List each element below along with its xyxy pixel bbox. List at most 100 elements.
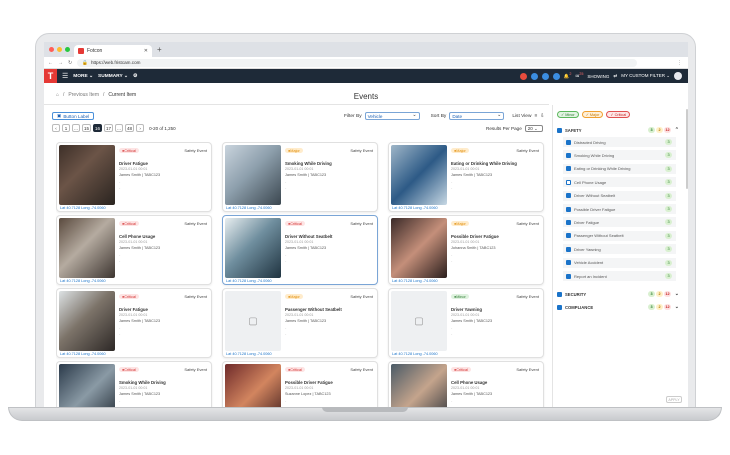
event-location-link[interactable]: Lat 40.7128 Long -74.0060 (226, 206, 272, 210)
event-card[interactable]: ● Critical Safety Event Cell Phone Usage 20… (56, 215, 212, 285)
chevron-down-icon[interactable]: ⌄ (675, 291, 679, 297)
page-button[interactable]: › (136, 124, 145, 132)
filter-group-safety[interactable]: SAFETY 3 2 12 ⌃ (557, 125, 679, 135)
app-logo[interactable]: T (44, 69, 57, 83)
new-tab-icon[interactable]: + (157, 45, 162, 54)
filter-item[interactable]: Possible Driver Fatigue 3 (563, 204, 676, 214)
minimize-dot[interactable] (57, 47, 62, 52)
checkbox[interactable] (566, 246, 571, 252)
event-card[interactable]: ▢ ● Minor Safety Event Driver Yawning 2023-0… (388, 288, 544, 358)
filter-item[interactable]: Driver Without Seatbelt 3 (563, 190, 676, 201)
event-card[interactable]: ▢ ● Major Safety Event Passenger Without Se… (222, 288, 378, 358)
checkbox[interactable] (566, 179, 571, 185)
event-location-link[interactable]: Lat 40.7128 Long -74.0060 (392, 206, 438, 210)
page-button[interactable]: 1 (62, 124, 70, 132)
summary-menu[interactable]: SUMMARY ⌄ (98, 74, 128, 79)
checkbox[interactable] (566, 260, 571, 266)
event-thumbnail[interactable] (391, 364, 447, 407)
event-card[interactable]: ● Critical Safety Event Possible Driver Fa… (222, 361, 378, 407)
event-card[interactable]: ● Critical Safety Event Smoking While Driv… (56, 361, 212, 407)
more-menu[interactable]: MORE ⌄ (73, 74, 93, 79)
event-thumbnail[interactable]: ▢ (391, 291, 447, 351)
event-thumbnail[interactable] (225, 218, 281, 278)
scrollbar[interactable] (686, 109, 688, 189)
apply-button[interactable]: APPLY (666, 396, 682, 403)
event-card[interactable]: ● Major Safety Event Possible Driver Fatig… (388, 215, 544, 285)
checkbox[interactable] (557, 127, 562, 133)
event-thumbnail[interactable]: ▢ (225, 291, 281, 351)
event-thumbnail[interactable] (391, 145, 447, 205)
filter-item[interactable]: Distracted Driving 3 (563, 137, 676, 147)
checkbox[interactable] (566, 206, 571, 212)
chevron-up-icon[interactable]: ⌃ (675, 127, 679, 133)
filter-item[interactable]: Report an Incident 3 (563, 271, 676, 281)
checkbox[interactable] (566, 152, 571, 158)
event-location-link[interactable]: Lat 40.7128 Long -74.0060 (392, 279, 438, 283)
event-thumbnail[interactable] (59, 291, 115, 351)
page-button[interactable]: ‹ (52, 124, 60, 132)
chevron-down-icon[interactable]: ⌄ (675, 304, 679, 310)
event-card[interactable]: ● Critical Safety Event Driver Fatigue 2023… (56, 288, 212, 358)
event-thumbnail[interactable] (59, 218, 115, 278)
notifications-icon[interactable]: 🔔2 (564, 72, 572, 80)
filter-item[interactable]: Cell Phone Usage 3 (563, 177, 676, 188)
alert-icon[interactable] (519, 72, 527, 80)
severity-chip[interactable]: ✓ Critical (606, 111, 631, 118)
event-thumbnail[interactable] (391, 218, 447, 278)
event-location-link[interactable]: Lat 40.7128 Long -74.0060 (392, 352, 438, 356)
event-thumbnail[interactable] (225, 145, 281, 205)
filter-item[interactable]: Passenger Without Seatbelt 3 (563, 230, 676, 241)
event-location-link[interactable]: Lat 40.7128 Long -74.0060 (60, 206, 106, 210)
checkbox[interactable] (566, 219, 571, 225)
page-button[interactable]: 15 (82, 124, 92, 132)
event-card[interactable]: ● Critical Safety Event Driver Without Sea… (222, 215, 378, 285)
checkbox[interactable] (566, 273, 571, 279)
severity-chip[interactable]: ✓ Minor (557, 111, 579, 118)
event-card[interactable]: ● Critical Safety Event Driver Fatigue 2023… (56, 142, 212, 212)
tab-close-icon[interactable]: ✕ (144, 48, 148, 54)
event-location-link[interactable]: Lat 40.7128 Long -74.0060 (226, 352, 272, 356)
window-controls[interactable] (49, 47, 70, 52)
label-button[interactable]: ▣ Button Label (52, 112, 95, 120)
url-input[interactable]: 🔒 https://web.fristcam.com (77, 58, 638, 67)
checkbox[interactable] (557, 291, 562, 297)
filter-group-compliance[interactable]: COMPLIANCE 3 2 12 ⌄ (557, 302, 679, 312)
event-thumbnail[interactable] (59, 145, 115, 205)
event-thumbnail[interactable] (59, 364, 115, 407)
reload-icon[interactable]: ↻ (68, 60, 72, 66)
filter-item[interactable]: Driver Fatigue 3 (563, 217, 676, 228)
list-view-icon[interactable]: ≡ (534, 114, 537, 119)
severity-chip[interactable]: ✓ Major (581, 111, 604, 118)
event-location-link[interactable]: Lat 40.7128 Long -74.0060 (226, 279, 272, 283)
page-button[interactable]: 16 (93, 124, 103, 132)
custom-filter-select[interactable]: MY CUSTOM FILTER ⌄ (621, 73, 670, 79)
hamburger-icon[interactable]: ☰ (62, 72, 68, 80)
checkbox[interactable] (566, 166, 571, 172)
filter-item[interactable]: Eating or Drinking While Driving 3 (563, 163, 676, 174)
messages-icon[interactable]: ✉25 (575, 72, 583, 80)
filter-group-security[interactable]: SECURITY 3 2 12 ⌄ (557, 289, 679, 299)
back-icon[interactable]: ← (48, 60, 53, 66)
forward-icon[interactable]: → (58, 60, 63, 66)
page-button[interactable]: 17 (104, 124, 114, 132)
event-card[interactable]: ● Major Safety Event Smoking While Driving… (222, 142, 378, 212)
rpp-select[interactable]: 20 ⌄ (524, 125, 543, 132)
video-icon[interactable] (530, 72, 538, 80)
map-icon[interactable] (541, 72, 549, 80)
globe-icon[interactable] (552, 72, 560, 80)
filter-item[interactable]: Driver Yawning 3 (563, 244, 676, 255)
checkbox[interactable] (566, 193, 571, 199)
filter-by-select[interactable]: Vehicle (364, 112, 420, 120)
checkbox[interactable] (566, 233, 571, 239)
event-card[interactable]: ● Critical Safety Event Cell Phone Usage 20… (388, 361, 544, 407)
checkbox[interactable] (557, 304, 562, 310)
sort-by-select[interactable]: Date (449, 112, 505, 120)
event-card[interactable]: ● Major Safety Event Eating or Drinking Wh… (388, 142, 544, 212)
event-location-link[interactable]: Lat 40.7128 Long -74.0060 (60, 279, 106, 283)
event-thumbnail[interactable] (225, 364, 281, 407)
browser-menu-icon[interactable]: ⋮ (677, 60, 682, 66)
event-location-link[interactable]: Lat 40.7128 Long -74.0060 (60, 352, 106, 356)
close-dot[interactable] (49, 47, 54, 52)
filter-item[interactable]: Vehicle Accident 3 (563, 257, 676, 268)
page-button[interactable]: ... (72, 124, 80, 132)
